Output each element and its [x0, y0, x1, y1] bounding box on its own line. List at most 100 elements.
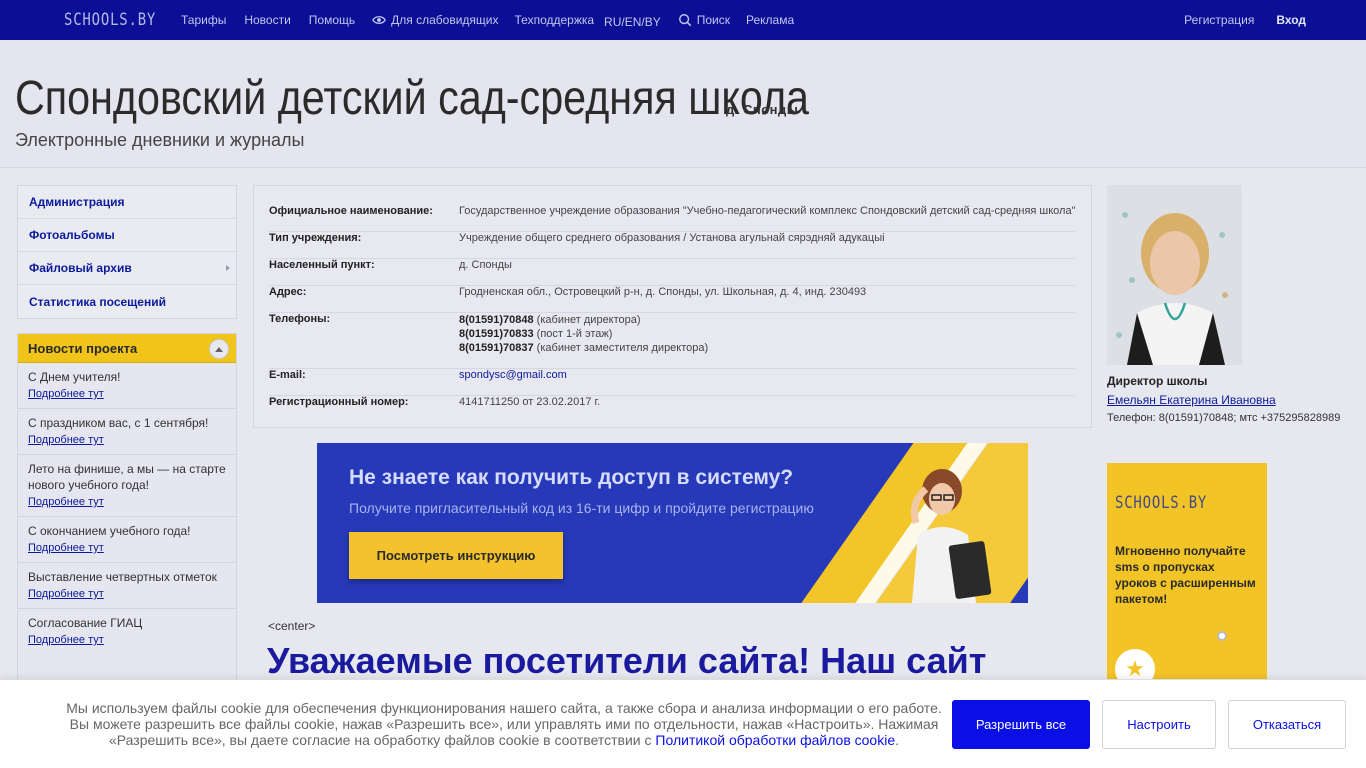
- info-row-reg-number: Регистрационный номер: 4141711250 от 23.…: [269, 396, 1075, 423]
- info-row-type: Тип учреждения: Учреждение общего средне…: [269, 232, 1075, 259]
- news-box-title: Новости проекта: [28, 340, 138, 356]
- info-value: 4141711250 от 23.02.2017 г.: [459, 396, 601, 408]
- nav-help[interactable]: Помощь: [309, 13, 355, 27]
- banner-heading: Не знаете как получить доступ в систему?: [349, 466, 794, 489]
- list-item: С праздником вас, с 1 сентября! Подробне…: [18, 409, 236, 455]
- news-more-link[interactable]: Подробнее тут: [28, 388, 226, 400]
- phones-list: 8(01591)70848 (кабинет директора) 8(0159…: [459, 313, 708, 355]
- info-row-phones: Телефоны: 8(01591)70848 (кабинет директо…: [269, 313, 1075, 369]
- sidebar-menu: Администрация Фотоальбомы Файловый архив…: [17, 185, 237, 319]
- school-title: Спондовский детский сад-средняя школа: [15, 72, 809, 125]
- director-phone: Телефон: 8(01591)70848; мтс +37529582898…: [1107, 412, 1341, 424]
- header-subtitle: Электронные дневники и журналы: [15, 130, 305, 150]
- register-link[interactable]: Регистрация: [1184, 13, 1254, 27]
- list-item: Лето на финише, а мы — на старте нового …: [18, 455, 236, 517]
- email-link[interactable]: spondysc@gmail.com: [459, 369, 567, 381]
- access-instruction-banner[interactable]: Не знаете как получить доступ в систему?…: [317, 443, 1028, 603]
- decline-cookies-button[interactable]: Отказаться: [1228, 700, 1346, 749]
- news-title[interactable]: Выставление четвертных отметок: [28, 569, 226, 585]
- sidebar-item-administration[interactable]: Администрация: [18, 186, 236, 219]
- school-locality: д. Спонды: [726, 102, 799, 117]
- eye-icon: [372, 16, 387, 24]
- nav-ads[interactable]: Реклама: [746, 13, 794, 27]
- phone-number: 8(01591)70833: [459, 328, 534, 340]
- woman-illustration: [910, 469, 992, 603]
- nav-support[interactable]: Техподдержка: [515, 13, 595, 27]
- news-title[interactable]: С праздником вас, с 1 сентября!: [28, 415, 226, 431]
- sidebar-item-visit-stats[interactable]: Статистика посещений: [18, 285, 236, 318]
- school-info-table: Официальное наименование: Государственно…: [253, 185, 1092, 428]
- info-value: Учреждение общего среднего образования /…: [459, 232, 885, 244]
- project-news-box: Новости проекта С Днем учителя! Подробне…: [17, 333, 237, 693]
- sidebar-item-label: Файловый архив: [29, 261, 132, 275]
- info-row-locality: Населенный пункт: д. Спонды: [269, 259, 1075, 286]
- director-name-link[interactable]: Емельян Екатерина Ивановна: [1107, 393, 1276, 407]
- phone-line: 8(01591)70837 (кабинет заместителя дирек…: [459, 341, 708, 355]
- info-label: Адрес:: [269, 286, 307, 298]
- allow-all-cookies-button[interactable]: Разрешить все: [952, 700, 1090, 749]
- ad-text: Мгновенно получайте sms о пропусках урок…: [1115, 544, 1256, 606]
- news-box-header: Новости проекта: [18, 334, 236, 363]
- ad-logo: SCHOOLS.BY: [1115, 493, 1208, 513]
- cookie-policy-link[interactable]: Политикой обработки файлов cookie: [655, 732, 895, 748]
- chevron-up-icon: [215, 346, 223, 352]
- news-more-link[interactable]: Подробнее тут: [28, 588, 226, 600]
- nav-accessibility[interactable]: Для слабовидящих: [372, 13, 499, 27]
- info-row-official-name: Официальное наименование: Государственно…: [269, 205, 1076, 232]
- view-instruction-button[interactable]: Посмотреть инструкцию: [349, 532, 563, 579]
- sidebar-item-file-archive[interactable]: Файловый архив: [18, 252, 236, 285]
- phone-number: 8(01591)70837: [459, 342, 534, 354]
- cookie-message: Мы используем файлы cookie для обеспечен…: [60, 700, 948, 748]
- info-label: E-mail:: [269, 369, 306, 381]
- phone-note: (кабинет заместителя директора): [533, 342, 709, 354]
- nav-tariffs[interactable]: Тарифы: [181, 13, 226, 27]
- ad-dot-decoration: [1217, 631, 1227, 641]
- school-header: Спондовский детский сад-средняя школа д.…: [0, 40, 1366, 168]
- login-link[interactable]: Вход: [1276, 13, 1306, 27]
- news-more-link[interactable]: Подробнее тут: [28, 542, 226, 554]
- raw-center-tag-text: <center>: [268, 619, 316, 633]
- cookie-consent-bar: Мы используем файлы cookie для обеспечен…: [0, 679, 1366, 768]
- schools-by-logo[interactable]: SCHOOLS.BY: [64, 10, 156, 30]
- news-title[interactable]: Согласование ГИАЦ: [28, 615, 226, 631]
- info-label: Населенный пункт:: [269, 259, 375, 271]
- top-navbar: SCHOOLS.BY Тарифы Новости Помощь Для сла…: [0, 0, 1366, 40]
- phone-number: 8(01591)70848: [459, 314, 534, 326]
- auth-links: Регистрация Вход: [1184, 0, 1306, 40]
- director-portrait-image: [1107, 185, 1242, 365]
- sidebar-item-photo-albums[interactable]: Фотоальбомы: [18, 219, 236, 252]
- configure-cookies-button[interactable]: Настроить: [1102, 700, 1216, 749]
- news-title[interactable]: С окончанием учебного года!: [28, 523, 226, 539]
- news-title[interactable]: Лето на финише, а мы — на старте нового …: [28, 461, 226, 493]
- info-label: Официальное наименование:: [269, 205, 433, 217]
- news-title[interactable]: С Днем учителя!: [28, 369, 226, 385]
- phone-line: 8(01591)70833 (пост 1-й этаж): [459, 327, 708, 341]
- info-label: Телефоны:: [269, 313, 331, 325]
- list-item: С окончанием учебного года! Подробнее ту…: [18, 517, 236, 563]
- news-more-link[interactable]: Подробнее тут: [28, 434, 226, 446]
- nav-search[interactable]: Поиск: [678, 13, 730, 27]
- info-value: Государственное учреждение образования "…: [459, 205, 1076, 217]
- nav-accessibility-label: Для слабовидящих: [391, 13, 499, 27]
- list-item: С Днем учителя! Подробнее тут: [18, 363, 236, 409]
- phone-line: 8(01591)70848 (кабинет директора): [459, 313, 708, 327]
- sms-service-ad[interactable]: SCHOOLS.BY Мгновенно получайте sms о про…: [1107, 463, 1267, 693]
- list-item: Выставление четвертных отметок Подробнее…: [18, 563, 236, 609]
- nav-news[interactable]: Новости: [244, 13, 290, 27]
- director-photo: [1107, 185, 1242, 365]
- nav-search-label: Поиск: [696, 13, 730, 27]
- banner-subtext: Получите пригласительный код из 16-ти ци…: [349, 500, 814, 516]
- director-role: Директор школы: [1107, 374, 1208, 388]
- news-more-link[interactable]: Подробнее тут: [28, 634, 226, 646]
- phone-note: (пост 1-й этаж): [533, 328, 613, 340]
- top-nav-menu: Тарифы Новости Помощь Для слабовидящих Т…: [181, 0, 794, 40]
- collapse-toggle-button[interactable]: [209, 339, 229, 359]
- info-value: Гродненская обл., Островецкий р-н, д. Сп…: [459, 286, 867, 298]
- language-switcher[interactable]: RU/EN/BY: [604, 15, 661, 29]
- info-row-email: E-mail: spondysc@gmail.com: [269, 369, 1075, 396]
- news-more-link[interactable]: Подробнее тут: [28, 496, 226, 508]
- search-icon: [678, 14, 691, 27]
- chevron-right-icon: [226, 265, 230, 271]
- phone-note: (кабинет директора): [533, 314, 641, 326]
- list-item: Согласование ГИАЦ Подробнее тут: [18, 609, 236, 654]
